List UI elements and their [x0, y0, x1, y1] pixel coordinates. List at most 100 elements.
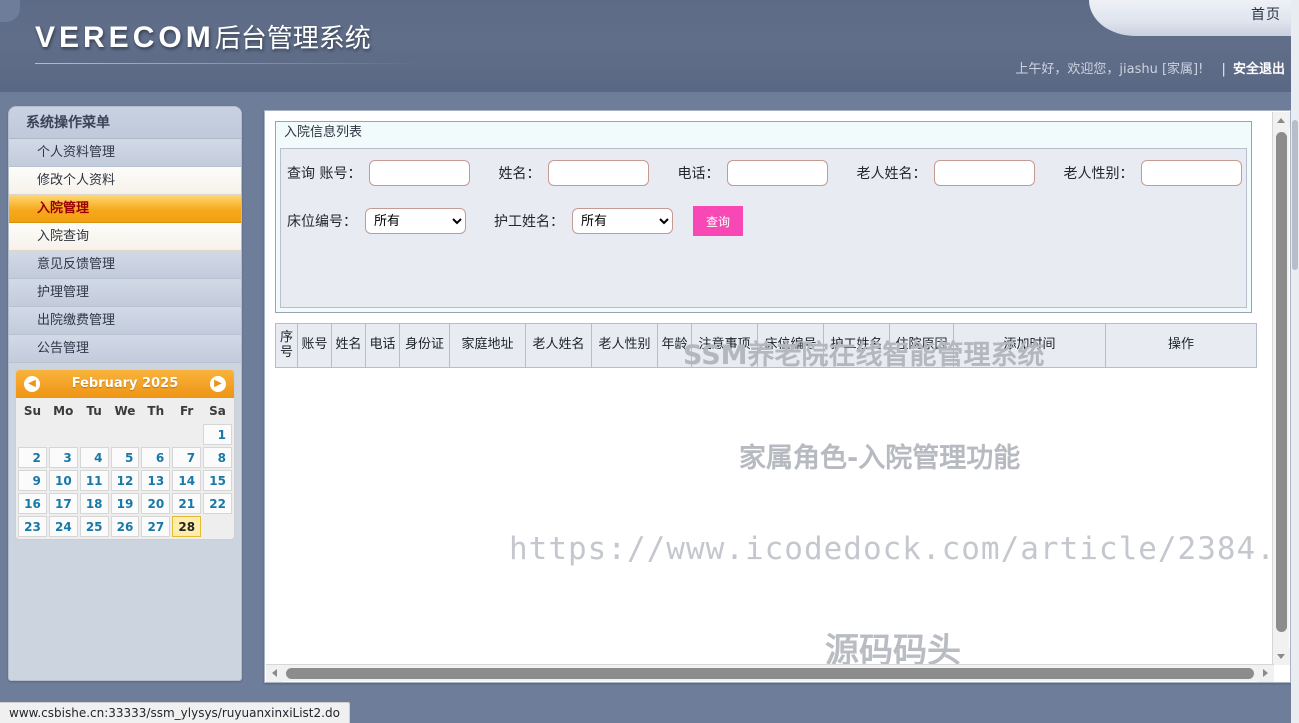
greeting-text: 上午好，欢迎您，jiashu [家属]!: [1015, 62, 1204, 77]
calendar-day-18[interactable]: 18: [79, 493, 109, 514]
calendar-day-13[interactable]: 13: [141, 470, 171, 491]
calendar-day-15[interactable]: 15: [203, 470, 232, 491]
table-header-cell-8: 年龄: [657, 323, 692, 368]
calendar-day-19[interactable]: 19: [110, 493, 140, 514]
calendar-day-8[interactable]: 8: [203, 447, 232, 468]
table-header-cell-9: 注意事项: [691, 323, 758, 368]
elder-name-input[interactable]: [934, 160, 1036, 186]
search-form-row-1: 查询 账号： 姓名： 电话： 老人姓名： 老人性别：: [281, 149, 1246, 197]
sidebar-item-3[interactable]: 入院查询: [9, 223, 241, 251]
calendar-day-14[interactable]: 14: [172, 470, 202, 491]
sidebar-item-0[interactable]: 个人资料管理: [9, 139, 241, 167]
calendar-day-24[interactable]: 24: [48, 516, 78, 537]
calendar-day-27[interactable]: 27: [141, 516, 171, 537]
content-horizontal-scrollbar[interactable]: [266, 664, 1274, 682]
scroll-down-arrow-icon[interactable]: [1273, 648, 1290, 665]
content-vertical-scrollbar[interactable]: [1272, 112, 1290, 665]
calendar-day-22[interactable]: 22: [203, 493, 232, 514]
welcome-bar: 上午好，欢迎您，jiashu [家属]! | 安全退出: [1015, 58, 1285, 77]
calendar-day-23[interactable]: 23: [18, 516, 47, 537]
calendar-day-28[interactable]: 28: [172, 516, 202, 537]
horizontal-scroll-thumb[interactable]: [286, 668, 1254, 679]
elder-gender-input[interactable]: [1141, 160, 1243, 186]
calendar-day-11[interactable]: 11: [79, 470, 109, 491]
calendar-weekday: Tu: [86, 404, 102, 418]
calendar-prev-icon[interactable]: ◀: [24, 376, 40, 392]
sidebar-item-6[interactable]: 出院缴费管理: [9, 307, 241, 335]
sidebar-item-label: 修改个人资料: [37, 173, 116, 188]
calendar-next-icon[interactable]: ▶: [210, 376, 226, 392]
calendar-weekday: Fr: [179, 404, 194, 418]
calendar-day-17[interactable]: 17: [48, 493, 78, 514]
sidebar-item-5[interactable]: 护理管理: [9, 279, 241, 307]
calendar-day-21[interactable]: 21: [172, 493, 202, 514]
table-header-cell-0: 序号: [275, 323, 298, 368]
logout-link[interactable]: 安全退出: [1233, 62, 1285, 77]
vertical-scroll-thumb[interactable]: [1276, 132, 1287, 632]
calendar-day-26[interactable]: 26: [110, 516, 140, 537]
calendar-day-9[interactable]: 9: [18, 470, 47, 491]
calendar-day-body: 1 2 3 4 5 6 7 8 9 10 11 12 13 14 15 16 17 18 19 20 21 22 23 24 2…: [18, 424, 232, 537]
sidebar-item-7[interactable]: 公告管理: [9, 335, 241, 363]
table-header-cell-10: 床位编号: [757, 323, 824, 368]
calendar-day-5[interactable]: 5: [110, 447, 140, 468]
search-panel: 入院信息列表 查询 账号： 姓名： 电话： 老人姓名： 老人性别： 床位编号： 所有 护工姓…: [275, 121, 1252, 313]
calendar-weekday: We: [114, 404, 136, 418]
scroll-up-arrow-icon[interactable]: [1273, 112, 1290, 129]
watermark-url: https://www.icodedock.com/article/2384.h…: [509, 531, 1273, 567]
table-header-cell-11: 护工姓名: [823, 323, 890, 368]
calendar-day-3[interactable]: 3: [48, 447, 78, 468]
calendar-empty-cell: [141, 424, 170, 445]
label-nurse-name: 护工姓名：: [494, 214, 564, 230]
label-name: 姓名：: [498, 166, 541, 182]
app-title-cjk: 后台管理系统: [214, 24, 371, 54]
calendar-header: ◀ February 2025 ▶: [16, 370, 234, 398]
calendar-weekday-row: Su Mo Tu We Th Fr Sa: [18, 400, 232, 422]
table-header-cell-7: 老人性别: [591, 323, 658, 368]
tab-home[interactable]: 首页: [1251, 4, 1281, 24]
calendar-day-20[interactable]: 20: [141, 493, 171, 514]
label-phone: 电话：: [677, 166, 720, 182]
bed-no-select[interactable]: 所有: [365, 208, 466, 234]
sidebar-item-label: 入院查询: [37, 229, 90, 244]
phone-input[interactable]: [727, 160, 829, 186]
sidebar-item-2[interactable]: 入院管理: [9, 195, 241, 223]
calendar-day-6[interactable]: 6: [141, 447, 171, 468]
calendar-day-12[interactable]: 12: [110, 470, 140, 491]
label-bed-no: 床位编号：: [287, 214, 357, 230]
calendar-empty-cell: [111, 424, 140, 445]
calendar-day-2[interactable]: 2: [18, 447, 47, 468]
calendar-day-10[interactable]: 10: [48, 470, 78, 491]
name-input[interactable]: [548, 160, 650, 186]
welcome-divider: |: [1221, 62, 1226, 77]
sidebar-item-1[interactable]: 修改个人资料: [9, 167, 241, 195]
account-input[interactable]: [369, 160, 471, 186]
calendar-empty-cell: [18, 424, 47, 445]
label-elder-name: 老人姓名：: [856, 166, 927, 182]
browser-vertical-scrollbar[interactable]: [1291, 0, 1299, 723]
calendar-weekday: Sa: [209, 404, 226, 418]
app-logo: VERECOM后台管理系统: [35, 18, 435, 64]
calendar-day-7[interactable]: 7: [172, 447, 202, 468]
label-elder-gender: 老人性别：: [1063, 166, 1134, 182]
app-title: VERECOM后台管理系统: [35, 18, 435, 55]
calendar-day-1[interactable]: 1: [203, 424, 232, 445]
table-header-cell-6: 老人姓名: [525, 323, 592, 368]
browser-scroll-thumb[interactable]: [1292, 120, 1298, 270]
label-account: 查询 账号：: [287, 166, 362, 182]
scroll-right-arrow-icon[interactable]: [1257, 665, 1274, 682]
sidebar-title: 系统操作菜单: [9, 107, 241, 139]
scroll-left-arrow-icon[interactable]: [266, 665, 283, 682]
sidebar-menu-list: 个人资料管理修改个人资料入院管理入院查询意见反馈管理 护理管理 出院缴费管理 公告管理: [9, 139, 241, 363]
calendar-empty-cell: [80, 424, 109, 445]
search-button[interactable]: 查询: [693, 206, 743, 236]
calendar-week-row: 16 17 18 19 20 21 22: [18, 493, 232, 514]
calendar-widget: ◀ February 2025 ▶ Su Mo Tu We Th Fr Sa 1234567…: [15, 369, 235, 540]
calendar-day-16[interactable]: 16: [18, 493, 47, 514]
sidebar-item-4[interactable]: 意见反馈管理: [9, 251, 241, 279]
nurse-name-select[interactable]: 所有: [572, 208, 673, 234]
calendar-day-4[interactable]: 4: [79, 447, 109, 468]
table-header-cell-1: 账号: [297, 323, 332, 368]
calendar-day-25[interactable]: 25: [79, 516, 109, 537]
panel-title: 入院信息列表: [276, 122, 1251, 145]
